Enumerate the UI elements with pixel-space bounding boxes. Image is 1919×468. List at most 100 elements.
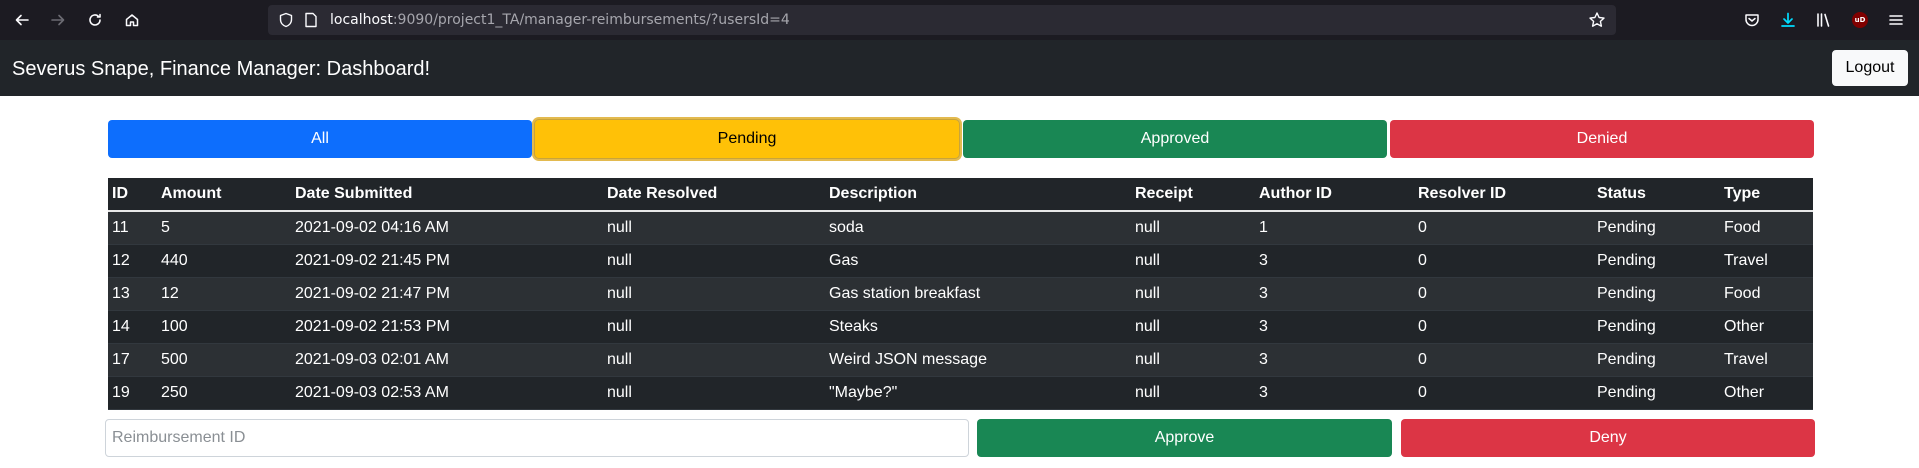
cell-amount: 100: [157, 310, 291, 344]
url-host: localhost: [330, 12, 393, 28]
cell-date-resolved: null: [603, 343, 825, 377]
star-icon[interactable]: [1588, 11, 1606, 34]
cell-resolver-id: 0: [1414, 277, 1593, 311]
filter-approved-button[interactable]: Approved: [963, 120, 1387, 158]
cell-type: Travel: [1720, 244, 1813, 278]
library-icon[interactable]: [1812, 8, 1836, 32]
cell-amount: 5: [157, 211, 291, 245]
menu-icon[interactable]: [1884, 8, 1908, 32]
column-header-type: Type: [1720, 178, 1813, 212]
column-header-description: Description: [825, 178, 1131, 212]
cell-date-resolved: null: [603, 277, 825, 311]
column-header-resolver-id: Resolver ID: [1414, 178, 1593, 212]
column-header-id: ID: [108, 178, 157, 212]
cell-description: Gas station breakfast: [825, 277, 1131, 311]
cell-date-resolved: null: [603, 376, 825, 410]
table-row: 11 5 2021-09-02 04:16 AM null soda null 1 0 Pend…: [108, 211, 1813, 245]
cell-status: Pending: [1593, 277, 1720, 311]
cell-description: Gas: [825, 244, 1131, 278]
cell-status: Pending: [1593, 343, 1720, 377]
column-header-author-id: Author ID: [1255, 178, 1414, 212]
cell-date-submitted: 2021-09-03 02:53 AM: [291, 376, 603, 410]
table-row: 17 500 2021-09-03 02:01 AM null Weird JSON m…: [108, 343, 1813, 377]
filter-pending-button[interactable]: Pending: [534, 119, 960, 159]
cell-status: Pending: [1593, 244, 1720, 278]
page-title: Severus Snape, Finance Manager: Dashboar…: [12, 58, 431, 80]
cell-id: 14: [108, 310, 157, 344]
pocket-icon[interactable]: [1740, 8, 1764, 32]
back-icon[interactable]: [10, 8, 34, 32]
column-header-date-submitted: Date Submitted: [291, 178, 603, 212]
cell-description: "Maybe?": [825, 376, 1131, 410]
download-icon[interactable]: [1776, 8, 1800, 32]
cell-receipt: null: [1131, 211, 1255, 245]
cell-description: Steaks: [825, 310, 1131, 344]
table-body: 11 5 2021-09-02 04:16 AM null soda null 1 0 Pend…: [108, 211, 1813, 410]
table-row: 19 250 2021-09-03 02:53 AM null "Maybe?" null…: [108, 376, 1813, 410]
cell-date-submitted: 2021-09-02 21:47 PM: [291, 277, 603, 311]
cell-status: Pending: [1593, 211, 1720, 245]
cell-receipt: null: [1131, 376, 1255, 410]
browser-toolbar: localhost:9090/project1_TA/manager-reimb…: [0, 0, 1919, 40]
reimbursements-table: ID Amount Date Submitted Date Resolved Descr…: [108, 178, 1813, 410]
cell-id: 17: [108, 343, 157, 377]
cell-author-id: 3: [1255, 310, 1414, 344]
table-row: 14 100 2021-09-02 21:53 PM null Steaks null 3 0…: [108, 310, 1813, 344]
cell-amount: 500: [157, 343, 291, 377]
url-bar[interactable]: localhost:9090/project1_TA/manager-reimb…: [268, 5, 1616, 35]
cell-author-id: 1: [1255, 211, 1414, 245]
cell-status: Pending: [1593, 376, 1720, 410]
table-header-row: ID Amount Date Submitted Date Resolved Descr…: [108, 178, 1813, 212]
reimbursement-id-input[interactable]: [105, 419, 969, 457]
column-header-date-resolved: Date Resolved: [603, 178, 825, 212]
ublock-icon[interactable]: uD: [1848, 8, 1872, 32]
cell-date-resolved: null: [603, 244, 825, 278]
url-path: :9090/project1_TA/manager-reimbursements…: [392, 12, 790, 28]
cell-id: 13: [108, 277, 157, 311]
filter-all-button[interactable]: All: [108, 120, 532, 158]
deny-button[interactable]: Deny: [1401, 419, 1815, 457]
url-text[interactable]: localhost:9090/project1_TA/manager-reimb…: [330, 12, 790, 28]
logout-button[interactable]: Logout: [1832, 50, 1908, 86]
cell-resolver-id: 0: [1414, 211, 1593, 245]
home-icon[interactable]: [120, 8, 144, 32]
table-row: 12 440 2021-09-02 21:45 PM null Gas null 3 0 Pen…: [108, 244, 1813, 278]
cell-receipt: null: [1131, 310, 1255, 344]
cell-description: Weird JSON message: [825, 343, 1131, 377]
cell-date-resolved: null: [603, 310, 825, 344]
cell-author-id: 3: [1255, 376, 1414, 410]
cell-type: Food: [1720, 211, 1813, 245]
cell-amount: 250: [157, 376, 291, 410]
cell-date-submitted: 2021-09-02 21:53 PM: [291, 310, 603, 344]
cell-type: Other: [1720, 310, 1813, 344]
filter-denied-button[interactable]: Denied: [1390, 120, 1814, 158]
cell-amount: 440: [157, 244, 291, 278]
cell-type: Travel: [1720, 343, 1813, 377]
cell-resolver-id: 0: [1414, 244, 1593, 278]
cell-type: Other: [1720, 376, 1813, 410]
shield-icon[interactable]: [278, 12, 294, 33]
page-icon[interactable]: [304, 12, 318, 33]
cell-status: Pending: [1593, 310, 1720, 344]
ublock-badge: uD: [1852, 12, 1868, 28]
approve-button[interactable]: Approve: [977, 419, 1392, 457]
cell-resolver-id: 0: [1414, 310, 1593, 344]
reload-icon[interactable]: [83, 8, 107, 32]
forward-icon[interactable]: [46, 8, 70, 32]
cell-description: soda: [825, 211, 1131, 245]
cell-type: Food: [1720, 277, 1813, 311]
table-row: 13 12 2021-09-02 21:47 PM null Gas station b…: [108, 277, 1813, 311]
column-header-status: Status: [1593, 178, 1720, 212]
cell-receipt: null: [1131, 343, 1255, 377]
cell-date-resolved: null: [603, 211, 825, 245]
column-header-receipt: Receipt: [1131, 178, 1255, 212]
cell-resolver-id: 0: [1414, 376, 1593, 410]
cell-id: 11: [108, 211, 157, 245]
cell-amount: 12: [157, 277, 291, 311]
cell-resolver-id: 0: [1414, 343, 1593, 377]
cell-receipt: null: [1131, 277, 1255, 311]
column-header-amount: Amount: [157, 178, 291, 212]
reimbursements-table-container: ID Amount Date Submitted Date Resolved Descr…: [108, 178, 1813, 410]
cell-author-id: 3: [1255, 343, 1414, 377]
cell-date-submitted: 2021-09-02 04:16 AM: [291, 211, 603, 245]
